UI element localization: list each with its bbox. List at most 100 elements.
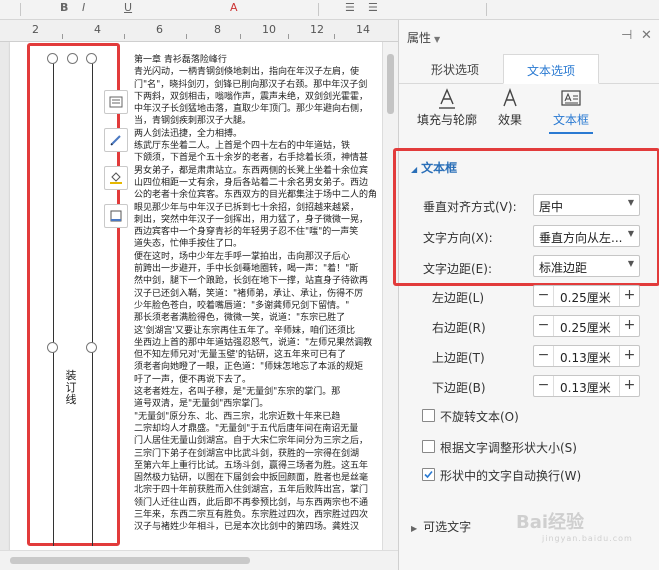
optional-text-section[interactable]: ▶ 可选文字 bbox=[411, 518, 471, 535]
chevron-down-icon: ▼ bbox=[627, 229, 634, 238]
align-right-icon[interactable]: ☰ bbox=[368, 1, 378, 14]
resize-shape-label[interactable]: 根据文字调整形状大小(S) bbox=[440, 439, 577, 456]
gutter-line-right bbox=[92, 58, 93, 546]
document-line: 须老者向她瞪了一眼，正色道："师妹怎地忘了本派的规矩 bbox=[134, 362, 364, 373]
ruler-number: 14 bbox=[356, 23, 370, 36]
toolbar-separator bbox=[486, 3, 487, 16]
gutter-line-left bbox=[53, 58, 54, 546]
tab-text-options[interactable]: 文本选项 bbox=[503, 54, 599, 84]
top-margin-stepper[interactable]: −0.13厘米 + bbox=[533, 345, 640, 367]
no-rotate-text-label[interactable]: 不旋转文本(O) bbox=[440, 408, 519, 425]
chevron-down-icon: ▼ bbox=[434, 35, 441, 44]
chevron-down-icon: ▼ bbox=[627, 259, 634, 268]
left-margin-stepper[interactable]: −0.25厘米 + bbox=[533, 285, 640, 307]
stepper-value[interactable]: 0.13厘米 bbox=[560, 349, 611, 366]
panel-tabs: 形状选项 文本选项 bbox=[399, 54, 659, 84]
shape-outline-button[interactable] bbox=[104, 128, 128, 152]
paint-bucket-icon bbox=[110, 172, 122, 184]
align-center-icon[interactable]: ☰ bbox=[345, 1, 355, 14]
chevron-right-icon: ▶ bbox=[411, 524, 418, 533]
panel-title-text: 属性 bbox=[407, 31, 432, 45]
tab-shape-options[interactable]: 形状选项 bbox=[413, 54, 497, 84]
text-margin-select[interactable]: 标准边距 ▼ bbox=[533, 255, 640, 277]
resize-shape-checkbox[interactable] bbox=[422, 440, 435, 453]
decrement-button[interactable]: − bbox=[534, 286, 554, 306]
subtab-effects[interactable]: 效果 bbox=[479, 86, 541, 134]
watermark-text: Bai经验 bbox=[516, 512, 585, 533]
decrement-button[interactable]: − bbox=[534, 376, 554, 396]
panel-title[interactable]: 属性 ▼ bbox=[407, 29, 440, 46]
document-line: 第一章 青衫磊落险峰行 bbox=[134, 55, 227, 65]
document-line: 两人剑法迅捷，全力相搏。 bbox=[134, 128, 243, 139]
vertical-align-label: 垂直对齐方式(V): bbox=[423, 200, 517, 214]
left-margin-label: 左边距(L) bbox=[432, 291, 485, 305]
text-direction-select[interactable]: 垂直方向从左... ▼ bbox=[533, 225, 640, 247]
document-line: 眼见那少年与中年汉子已拆到七十余招，剑招越来越紧， bbox=[134, 202, 360, 213]
ruler-tick bbox=[288, 34, 289, 39]
ruler-tick bbox=[124, 34, 125, 39]
underline-icon[interactable]: U bbox=[124, 1, 132, 14]
section-header-textbox[interactable]: ◢ 文本框 bbox=[411, 159, 457, 176]
shape-fill-button[interactable] bbox=[104, 166, 128, 190]
document-line: 吁了一声，便不再说下去了。 bbox=[134, 374, 252, 385]
stepper-value[interactable]: 0.13厘米 bbox=[560, 379, 611, 396]
pin-icon[interactable]: ⊣ bbox=[621, 28, 632, 43]
decrement-button[interactable]: − bbox=[534, 316, 554, 336]
subtab-text-box[interactable]: 文本框 bbox=[539, 86, 603, 134]
document-line: 便在这时，场中少年左手呼一掌拍出，击向那汉子后心 bbox=[134, 251, 351, 262]
document-line: 汉子已还剑入鞘，笑道："褚师弟，承让、承让，伤得不厉 bbox=[134, 288, 364, 299]
text-direction-label: 文字方向(X): bbox=[423, 231, 493, 245]
resize-handle[interactable] bbox=[67, 53, 78, 64]
subtab-fill-outline[interactable]: 填充与轮廓 bbox=[405, 86, 489, 134]
bottom-margin-stepper[interactable]: −0.13厘米 + bbox=[533, 375, 640, 397]
document-line: 这老者姓左，名叫子穆，是"无量剑"东宗的掌门。那 bbox=[134, 387, 341, 398]
wrap-text-button[interactable] bbox=[104, 204, 128, 228]
resize-handle[interactable] bbox=[86, 53, 97, 64]
bold-icon[interactable]: B bbox=[60, 1, 68, 14]
document-line: 练武厅东坐着二人。上首是个四十左右的中年道姑，铁 bbox=[134, 141, 351, 152]
document-line: 然中剑，腿下一个踉跄，长剑在地下一撑，站直身子待欲再 bbox=[134, 276, 369, 287]
ruler-tick bbox=[62, 34, 63, 39]
document-line: 下两斜，双剑相击，嗡嗡作声，震声未绝，双剑剑光霍霍， bbox=[134, 91, 369, 102]
right-margin-stepper[interactable]: −0.25厘米 + bbox=[533, 315, 640, 337]
layout-options-button[interactable] bbox=[104, 90, 128, 114]
watermark-subtext: jingyan.baidu.com bbox=[542, 534, 633, 543]
stepper-value[interactable]: 0.25厘米 bbox=[560, 289, 611, 306]
document-line: 前跨出一步避开，手中长剑蓦地圈转，喝一声："着！"斯 bbox=[134, 264, 359, 275]
increment-button[interactable]: + bbox=[619, 286, 639, 306]
no-rotate-text-checkbox[interactable] bbox=[422, 409, 435, 422]
checkmark-icon bbox=[424, 470, 433, 479]
increment-button[interactable]: + bbox=[619, 316, 639, 336]
wrap-text-label[interactable]: 形状中的文字自动换行(W) bbox=[440, 467, 581, 484]
resize-handle[interactable] bbox=[47, 53, 58, 64]
document-line: 汉子与褚姓少年相斗，已是本次比剑中的第四场。龚姓汉 bbox=[134, 522, 360, 533]
section-title: 文本框 bbox=[421, 161, 458, 175]
document-text[interactable]: 第一章 青衫磊落险峰行 青光闪动，一柄青钢剑倏地刺出，指向在年汉子左肩，使 门"名… bbox=[134, 54, 392, 534]
gutter-textbox-highlight bbox=[27, 43, 120, 546]
text-fill-icon bbox=[439, 88, 455, 109]
document-area: 第一章 青衫磊落险峰行 青光闪动，一柄青钢剑倏地刺出，指向在年汉子左肩，使 门"名… bbox=[0, 42, 398, 550]
document-line: 门人居住无量山剑湖宫。自于大宋仁宗年间分为三宗之后， bbox=[134, 436, 369, 447]
decrement-button[interactable]: − bbox=[534, 346, 554, 366]
scrollbar-thumb[interactable] bbox=[387, 54, 394, 114]
font-color-icon[interactable]: A bbox=[230, 1, 238, 14]
resize-handle[interactable] bbox=[47, 342, 58, 353]
scrollbar-thumb[interactable] bbox=[10, 557, 250, 564]
wrap-text-checkbox[interactable] bbox=[422, 468, 435, 481]
ruler-tick bbox=[334, 34, 335, 39]
increment-button[interactable]: + bbox=[619, 376, 639, 396]
horizontal-scrollbar[interactable] bbox=[0, 550, 398, 570]
document-line: 山四位相距一丈有余，身后各站着二十余名男女弟子。西边 bbox=[134, 177, 369, 188]
document-line: 领门人迁往山西，此后即不再参预比剑，与东西两宗也不通 bbox=[134, 497, 369, 508]
resize-handle[interactable] bbox=[86, 342, 97, 353]
vertical-scrollbar[interactable] bbox=[382, 42, 398, 550]
ruler-number: 4 bbox=[94, 23, 101, 36]
italic-icon[interactable]: I bbox=[82, 1, 85, 14]
document-line: 北宗于四十年前获胜而入住剑湖宫，五年后败阵出宫，掌门 bbox=[134, 485, 369, 496]
vertical-align-select[interactable]: 居中 ▼ bbox=[533, 194, 640, 216]
stepper-value[interactable]: 0.25厘米 bbox=[560, 319, 611, 336]
gutter-label-char: 线 bbox=[65, 393, 77, 406]
increment-button[interactable]: + bbox=[619, 346, 639, 366]
close-icon[interactable]: ✕ bbox=[641, 28, 652, 43]
ruler-tick bbox=[186, 34, 187, 39]
